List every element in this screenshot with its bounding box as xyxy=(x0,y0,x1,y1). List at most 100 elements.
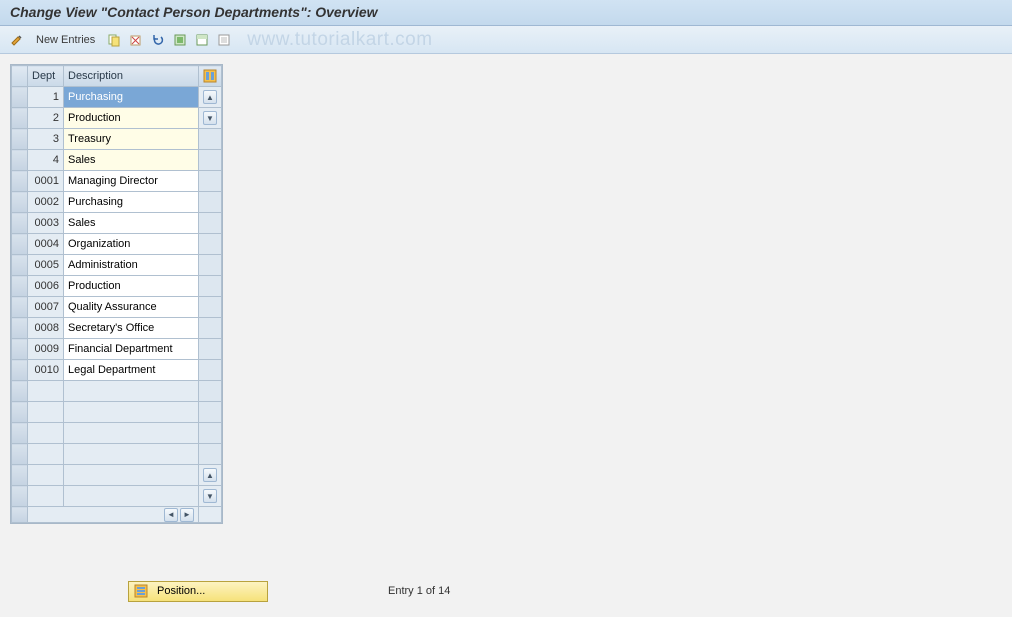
row-selector[interactable] xyxy=(12,381,28,402)
vertical-scrollbar-segment[interactable] xyxy=(199,129,222,150)
cell-description[interactable]: Sales xyxy=(64,150,199,171)
row-selector[interactable] xyxy=(12,423,28,444)
watermark-text: www.tutorialkart.com xyxy=(247,29,432,51)
vertical-scrollbar-segment[interactable] xyxy=(199,192,222,213)
position-button[interactable]: Position... xyxy=(128,581,268,602)
vertical-scrollbar-segment[interactable] xyxy=(199,171,222,192)
scroll-up-button[interactable]: ▲ xyxy=(203,90,217,104)
vertical-scrollbar-segment[interactable] xyxy=(199,318,222,339)
cell-dept[interactable]: 0008 xyxy=(28,318,64,339)
row-selector[interactable] xyxy=(12,360,28,381)
position-icon xyxy=(133,583,149,599)
cell-description[interactable]: Treasury xyxy=(64,129,199,150)
departments-table-container: Dept Description 1Purchasing▲2Production… xyxy=(10,64,223,524)
cell-dept[interactable]: 0010 xyxy=(28,360,64,381)
row-selector[interactable] xyxy=(12,129,28,150)
cell-dept[interactable]: 0006 xyxy=(28,276,64,297)
cell-description[interactable]: Legal Department xyxy=(64,360,199,381)
row-selector[interactable] xyxy=(12,171,28,192)
cell-dept[interactable]: 2 xyxy=(28,108,64,129)
row-selector[interactable] xyxy=(12,234,28,255)
application-toolbar: New Entries www.tutorialkart.com xyxy=(0,26,1012,54)
cell-dept[interactable]: 0001 xyxy=(28,171,64,192)
vertical-scrollbar-segment[interactable]: ▼ xyxy=(199,108,222,129)
row-selector[interactable] xyxy=(12,297,28,318)
row-selector-header[interactable] xyxy=(12,66,28,87)
row-selector[interactable] xyxy=(12,465,28,486)
table-settings-button[interactable] xyxy=(199,66,222,87)
cell-description[interactable]: Purchasing xyxy=(64,192,199,213)
copy-as-icon[interactable] xyxy=(105,31,123,49)
cell-dept xyxy=(28,381,64,402)
table-settings-icon xyxy=(203,69,217,83)
scroll-left-button[interactable]: ◄ xyxy=(164,508,178,522)
scroll-down-button[interactable]: ▼ xyxy=(203,111,217,125)
cell-description[interactable]: Purchasing xyxy=(64,87,199,108)
cell-dept[interactable]: 0004 xyxy=(28,234,64,255)
scroll-up-end-button[interactable]: ▲ xyxy=(203,468,217,482)
cell-description[interactable]: Managing Director xyxy=(64,171,199,192)
vertical-scrollbar-segment[interactable] xyxy=(199,276,222,297)
column-header-dept[interactable]: Dept xyxy=(28,66,64,87)
row-selector[interactable] xyxy=(12,318,28,339)
vertical-scrollbar-segment[interactable]: ▼ xyxy=(199,486,222,507)
cell-dept[interactable]: 0005 xyxy=(28,255,64,276)
cell-description xyxy=(64,486,199,507)
row-selector[interactable] xyxy=(12,213,28,234)
undo-change-icon[interactable] xyxy=(149,31,167,49)
vertical-scrollbar-segment[interactable] xyxy=(199,444,222,465)
cell-description[interactable]: Administration xyxy=(64,255,199,276)
cell-dept[interactable]: 1 xyxy=(28,87,64,108)
cell-dept[interactable]: 0003 xyxy=(28,213,64,234)
row-selector[interactable] xyxy=(12,87,28,108)
vertical-scrollbar-segment[interactable]: ▲ xyxy=(199,465,222,486)
cell-description[interactable]: Production xyxy=(64,108,199,129)
display-change-icon[interactable] xyxy=(8,31,26,49)
column-header-description[interactable]: Description xyxy=(64,66,199,87)
cell-description[interactable]: Secretary's Office xyxy=(64,318,199,339)
row-selector[interactable] xyxy=(12,276,28,297)
cell-description xyxy=(64,465,199,486)
scroll-right-button[interactable]: ► xyxy=(180,508,194,522)
horizontal-scrollbar[interactable]: ◄ ► xyxy=(12,507,222,523)
vertical-scrollbar-segment[interactable] xyxy=(199,423,222,444)
vertical-scrollbar-segment[interactable] xyxy=(199,360,222,381)
vertical-scrollbar-segment[interactable] xyxy=(199,234,222,255)
cell-description[interactable]: Financial Department xyxy=(64,339,199,360)
vertical-scrollbar-segment[interactable] xyxy=(199,381,222,402)
content-area: Dept Description 1Purchasing▲2Production… xyxy=(0,54,1012,574)
row-selector[interactable] xyxy=(12,150,28,171)
cell-description[interactable]: Quality Assurance xyxy=(64,297,199,318)
departments-table: Dept Description 1Purchasing▲2Production… xyxy=(11,65,222,523)
cell-description[interactable]: Organization xyxy=(64,234,199,255)
cell-dept[interactable]: 0009 xyxy=(28,339,64,360)
footer-bar: Position... Entry 1 of 14 xyxy=(0,576,1012,606)
cell-description[interactable]: Production xyxy=(64,276,199,297)
cell-dept[interactable]: 0007 xyxy=(28,297,64,318)
vertical-scrollbar-segment[interactable] xyxy=(199,339,222,360)
new-entries-button[interactable]: New Entries xyxy=(30,34,101,46)
deselect-all-icon[interactable] xyxy=(215,31,233,49)
cell-dept[interactable]: 3 xyxy=(28,129,64,150)
scroll-down-end-button[interactable]: ▼ xyxy=(203,489,217,503)
row-selector[interactable] xyxy=(12,339,28,360)
vertical-scrollbar-segment[interactable] xyxy=(199,402,222,423)
row-selector[interactable] xyxy=(12,486,28,507)
select-block-icon[interactable] xyxy=(193,31,211,49)
row-selector[interactable] xyxy=(12,192,28,213)
cell-dept[interactable]: 0002 xyxy=(28,192,64,213)
cell-dept[interactable]: 4 xyxy=(28,150,64,171)
delete-icon[interactable] xyxy=(127,31,145,49)
row-selector[interactable] xyxy=(12,108,28,129)
vertical-scrollbar-segment[interactable] xyxy=(199,297,222,318)
vertical-scrollbar-segment[interactable] xyxy=(199,255,222,276)
vertical-scrollbar-segment[interactable] xyxy=(199,213,222,234)
vertical-scrollbar-segment[interactable] xyxy=(199,150,222,171)
cell-description xyxy=(64,381,199,402)
cell-description[interactable]: Sales xyxy=(64,213,199,234)
row-selector[interactable] xyxy=(12,402,28,423)
vertical-scrollbar-segment[interactable]: ▲ xyxy=(199,87,222,108)
select-all-icon[interactable] xyxy=(171,31,189,49)
row-selector[interactable] xyxy=(12,444,28,465)
row-selector[interactable] xyxy=(12,255,28,276)
